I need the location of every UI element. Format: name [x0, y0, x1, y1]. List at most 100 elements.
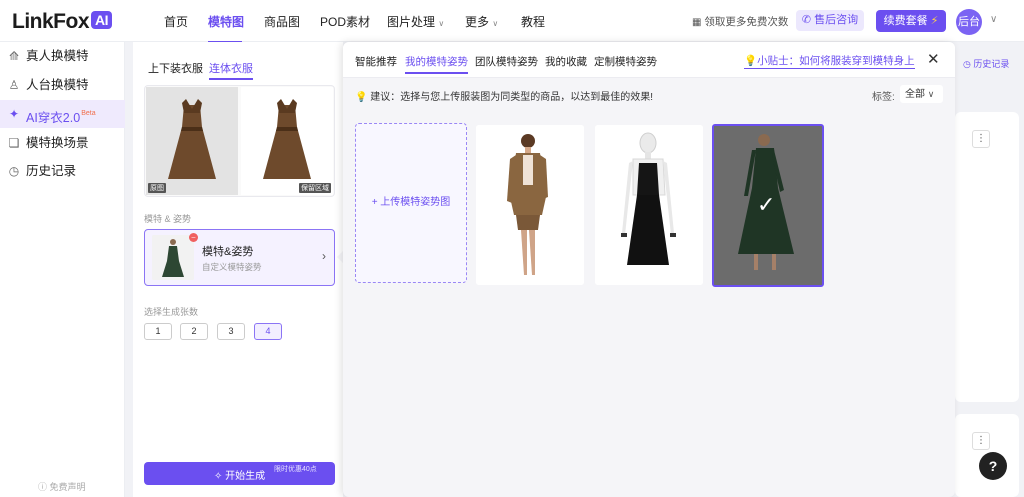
phone-icon: ✆: [801, 14, 812, 26]
tab-custom-poses[interactable]: 定制模特姿势: [594, 54, 657, 69]
avatar[interactable]: 后台: [956, 9, 982, 35]
model-card-subtitle: 自定义模特姿势: [202, 262, 262, 272]
help-icon[interactable]: ?: [979, 452, 1007, 480]
tab-my-favorites[interactable]: 我的收藏: [545, 54, 587, 69]
tab-two-piece[interactable]: 上下装衣服: [148, 60, 203, 76]
beta-badge: Beta: [81, 110, 96, 117]
chevron-right-icon: ›: [322, 249, 326, 263]
renew-label: 续费套餐: [883, 15, 928, 27]
tip-text: 小贴士：如何将服装穿到模特身上: [757, 55, 915, 67]
chevron-down-icon[interactable]: ∨: [990, 14, 997, 25]
sidebar-item-label: 模特换场景: [26, 136, 89, 150]
garment-preview[interactable]: 原图 保留区域: [144, 85, 335, 197]
chevron-down-icon: ∨: [438, 19, 445, 28]
logo-text: LinkFox: [12, 10, 90, 33]
nav-image-processing-label: 图片处理: [387, 15, 436, 29]
start-label: 开始生成: [225, 471, 266, 482]
tag-filter-value: 全部: [905, 89, 925, 100]
model-pose-card[interactable]: – 模特&姿势 自定义模特姿势 ›: [144, 229, 335, 286]
remove-model-icon[interactable]: –: [189, 233, 198, 242]
tip-link[interactable]: 💡小贴士：如何将服装穿到模特身上: [744, 53, 915, 69]
config-panel: 上下装衣服 连体衣服 原图 保留区域 模特 & 姿势 – 模特&姿势 自定义模特…: [133, 42, 343, 497]
history-link[interactable]: ◷ 历史记录: [963, 57, 1009, 70]
nav-image-processing[interactable]: 图片处理 ∨: [387, 13, 444, 30]
logo[interactable]: LinkFox AI: [12, 10, 113, 34]
model-section-label: 模特 & 姿势: [144, 214, 192, 224]
sidebar-item-label: 历史记录: [26, 164, 77, 178]
mannequin-icon: ♙: [8, 78, 20, 92]
bg-result-card: [955, 112, 1019, 402]
clock-icon: ◷: [8, 164, 20, 178]
nav-more[interactable]: 更多 ∨: [465, 13, 498, 30]
count-option-3[interactable]: 3: [217, 323, 245, 340]
count-option-1[interactable]: 1: [144, 323, 172, 340]
lightbulb-icon: 💡: [355, 92, 368, 103]
magic-wand-icon: ✧: [214, 471, 223, 482]
tab-team-poses[interactable]: 团队模特姿势: [475, 54, 538, 69]
chevron-down-icon: ∨: [927, 89, 935, 99]
lightning-icon: ⚡: [930, 15, 939, 27]
start-generate-button[interactable]: ✧ 开始生成 限时优惠40点: [144, 462, 335, 485]
model-pose-popup: 智能推荐 我的模特姿势 团队模特姿势 我的收藏 定制模特姿势 💡小贴士：如何将服…: [343, 42, 955, 497]
renew-plan-button[interactable]: 续费套餐 ⚡: [876, 10, 946, 32]
count-option-4[interactable]: 4: [254, 323, 282, 340]
support-button[interactable]: ✆ 售后咨询: [796, 10, 864, 31]
sidebar-item-mannequin-swap[interactable]: ♙ 人台换模特: [0, 71, 125, 99]
clock-icon: ◷: [963, 59, 971, 69]
garment-original-image: 原图: [146, 87, 238, 195]
model-pose-card-black-dress[interactable]: [595, 125, 703, 285]
disclaimer-text: 免费声明: [49, 482, 86, 492]
more-options-icon[interactable]: ⋮: [972, 130, 990, 148]
upload-pose-button[interactable]: + 上传模特姿势图: [355, 123, 467, 283]
sidebar-item-label: AI穿衣2.0: [26, 111, 81, 125]
lightbulb-icon: 💡: [744, 55, 758, 67]
model-thumbnail: [152, 235, 194, 280]
app-root: LinkFox AI 首页 模特图 商品图 POD素材 图片处理 ∨ 更多 ∨ 教…: [0, 0, 1024, 497]
sidebar-item-history[interactable]: ◷ 历史记录: [0, 157, 125, 185]
more-options-icon[interactable]: ⋮: [972, 432, 990, 450]
nav-pod[interactable]: POD素材: [320, 13, 370, 30]
model-card-title: 模特&姿势: [202, 246, 254, 258]
logo-badge: AI: [91, 11, 113, 29]
suggestion-label: 建议：选择与您上传服装图为同类型的商品，以达到最佳的效果!: [370, 92, 654, 103]
model-thumbnail-image: [152, 235, 194, 280]
history-label: 历史记录: [973, 59, 1010, 69]
model-image-brown-suit: [476, 125, 584, 285]
tab-my-poses[interactable]: 我的模特姿势: [405, 54, 468, 74]
count-section-label: 选择生成张数: [144, 307, 199, 317]
nav-product[interactable]: 商品图: [264, 13, 300, 30]
nav-more-label: 更多: [465, 15, 490, 29]
sidebar-item-real-model-swap[interactable]: ⟰ 真人换模特: [0, 42, 125, 70]
model-pose-card-brown-suit[interactable]: [476, 125, 584, 285]
original-tag: 原图: [148, 183, 166, 193]
model-image-black-dress: [595, 125, 703, 285]
qr-code-icon: ▦: [692, 17, 702, 28]
tab-smart-recommend[interactable]: 智能推荐: [355, 54, 397, 69]
count-option-2[interactable]: 2: [180, 323, 208, 340]
free-credits-text: 领取更多免费次数: [704, 16, 789, 28]
sidebar-item-label: 人台换模特: [26, 78, 89, 92]
model-pose-card-green-dress[interactable]: ✓: [712, 124, 824, 287]
tag-filter-select[interactable]: 全部 ∨: [900, 85, 943, 103]
sidebar-item-scene-swap[interactable]: ❏ 模特换场景: [0, 129, 125, 157]
free-credits-link[interactable]: ▦ 领取更多免费次数: [692, 14, 788, 29]
nav-model[interactable]: 模特图: [208, 13, 244, 30]
sidebar-item-ai-dress[interactable]: ✦ AI穿衣2.0Beta: [0, 100, 125, 128]
garment-keep-area-image: 保留区域: [241, 87, 333, 195]
dress-image: [263, 99, 311, 179]
tag-filter-label: 标签:: [872, 92, 895, 103]
tab-one-piece[interactable]: 连体衣服: [209, 60, 253, 80]
nav-home[interactable]: 首页: [164, 13, 188, 30]
ai-dress-icon: ✦: [8, 107, 20, 121]
support-label: 售后咨询: [814, 14, 859, 26]
close-icon[interactable]: ✕: [927, 50, 940, 68]
disclaimer-link[interactable]: ⓘ 免费声明: [38, 480, 86, 493]
sidebar-item-label-wrap: AI穿衣2.0Beta: [26, 100, 96, 132]
nav-tutorial[interactable]: 教程: [521, 13, 545, 30]
sidebar-item-label: 真人换模特: [26, 49, 89, 63]
shirt-icon: ⟰: [8, 49, 20, 63]
left-sidebar: ⟰ 真人换模特 ♙ 人台换模特 ✦ AI穿衣2.0Beta ❏ 模特换场景 ◷ 历史记录 …: [0, 42, 125, 497]
suggestion-text: 💡 建议：选择与您上传服装图为同类型的商品，以达到最佳的效果!: [355, 88, 653, 103]
start-discount-badge: 限时优惠40点: [274, 466, 317, 473]
popup-tabs: 智能推荐 我的模特姿势 团队模特姿势 我的收藏 定制模特姿势 💡小贴士：如何将服…: [343, 42, 955, 78]
